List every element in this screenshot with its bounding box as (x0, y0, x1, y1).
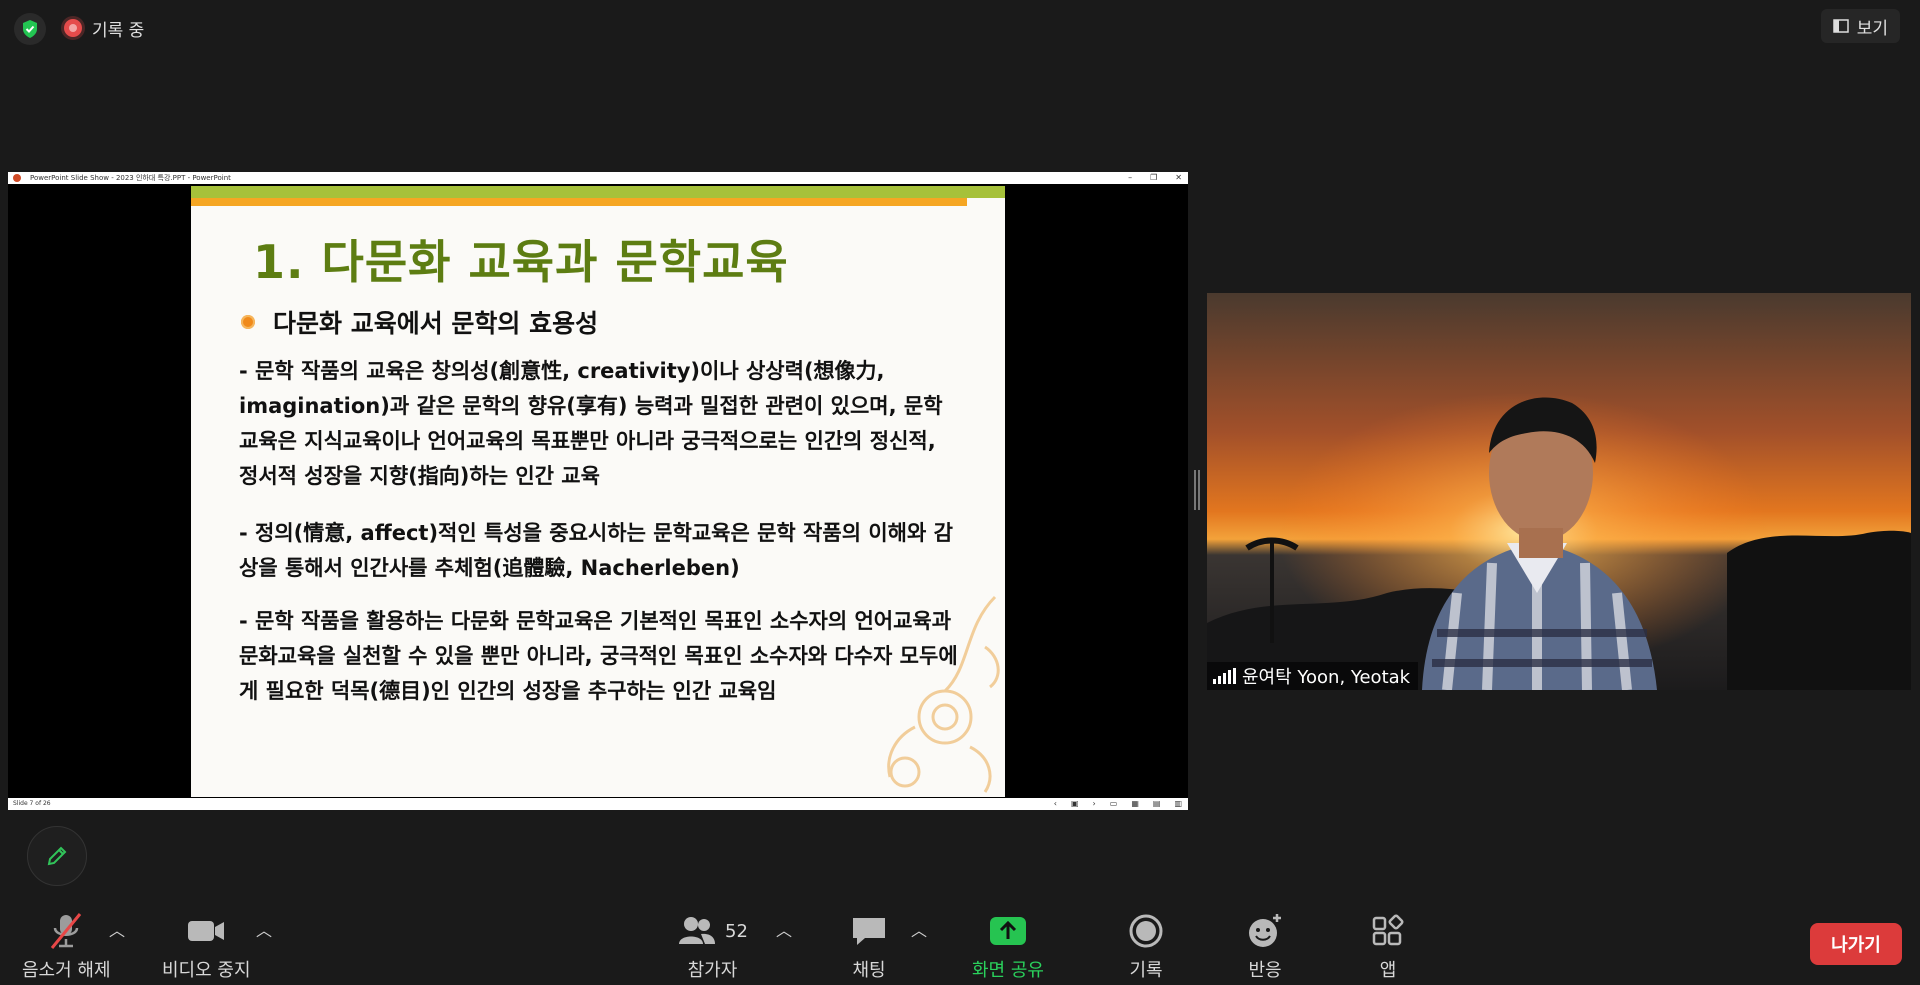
participants-count: 52 (725, 920, 748, 942)
ppt-title-bar: PowerPoint Slide Show - 2023 인하대 특강.PPT … (8, 172, 1188, 184)
apps-label: 앱 (1379, 960, 1397, 981)
recording-label: 기록 중 (92, 20, 145, 41)
share-screen-label: 화면 공유 (972, 960, 1044, 981)
chat-button[interactable]: 채팅 (849, 912, 889, 982)
next-slide-icon: › (1092, 799, 1096, 808)
video-options-chevron-up-icon[interactable]: ︿ (256, 917, 272, 941)
stop-video-label: 비디오 중지 (162, 960, 251, 981)
participant-name: 윤여탁 Yoon, Yeotak (1242, 667, 1411, 688)
slideshow-view-icon: ▥ (1174, 799, 1182, 808)
record-button[interactable]: 기록 (1126, 912, 1166, 982)
mic-muted-icon (51, 913, 82, 949)
slide-paragraph-3: - 문학 작품을 활용하는 다문화 문학교육은 기본적인 목표인 소수자의 언어… (239, 609, 958, 703)
slide-title: 1. 다문화 교육과 문학교육 (253, 235, 789, 289)
reading-view-icon: ▤ (1152, 799, 1161, 808)
view-button[interactable]: 보기 (1820, 9, 1900, 43)
reactions-label: 반응 (1248, 960, 1282, 981)
video-camera-icon (188, 921, 225, 941)
unmute-button[interactable]: 음소거 해제 (22, 912, 111, 982)
video-frame (1207, 293, 1911, 690)
reaction-smiley-icon (1249, 914, 1281, 947)
security-shield-icon[interactable] (14, 13, 46, 45)
sorter-view-icon: ▦ (1131, 799, 1139, 808)
slide-subtitle: 다문화 교육에서 문학의 효용성 (241, 304, 598, 340)
chat-chevron-up-icon[interactable]: ︿ (911, 917, 927, 941)
slide-counter: Slide 7 of 26 (13, 800, 51, 807)
stop-video-button[interactable]: 비디오 중지 (162, 912, 251, 982)
participant-name-tag: 윤여탁 Yoon, Yeotak (1207, 662, 1419, 690)
slide-subtitle-text: 다문화 교육에서 문학의 효용성 (273, 309, 599, 338)
slide-green-bar (191, 186, 1005, 198)
participants-button[interactable]: 52 참가자 (677, 912, 748, 982)
ppt-status-controls: ‹ ▣ › ▭ ▦ ▤ ▥ (1054, 798, 1182, 810)
ppt-status-bar: Slide 7 of 26 ‹ ▣ › ▭ ▦ ▤ ▥ (8, 798, 1188, 810)
normal-view-icon: ▭ (1109, 799, 1118, 808)
recording-dot-icon (64, 19, 82, 37)
slide-orange-bar (191, 198, 967, 206)
apps-button[interactable]: 앱 (1368, 912, 1408, 982)
signal-icon (1213, 668, 1236, 684)
audio-options-chevron-up-icon[interactable]: ︿ (109, 917, 125, 941)
prev-slide-icon: ‹ (1053, 799, 1057, 808)
chat-icon (853, 918, 885, 945)
powerpoint-icon (13, 174, 21, 182)
participants-chevron-up-icon[interactable]: ︿ (776, 917, 792, 941)
slide-paragraph-2: - 정의(情意, affect)적인 특성을 중요시하는 문학교육은 문학 작품… (239, 521, 953, 580)
splitter-handle[interactable] (1194, 470, 1200, 510)
slide: 1. 다문화 교육과 문학교육 다문화 교육에서 문학의 효용성 - 문학 작품… (191, 186, 1005, 797)
bullet-icon (241, 315, 255, 329)
recording-indicator[interactable]: 기록 중 (64, 14, 144, 42)
leave-button[interactable]: 나가기 (1810, 923, 1902, 965)
unmute-label: 음소거 해제 (22, 960, 111, 981)
close-icon: ✕ (1175, 173, 1182, 182)
chat-label: 채팅 (852, 960, 886, 981)
record-label: 기록 (1129, 960, 1163, 981)
reactions-button[interactable]: 반응 (1245, 912, 1285, 982)
annotate-button[interactable] (27, 826, 87, 886)
shared-screen: PowerPoint Slide Show - 2023 인하대 특강.PPT … (8, 172, 1188, 810)
slide-sorter-icon: ▣ (1070, 799, 1079, 808)
pencil-icon (47, 846, 67, 866)
record-icon (1129, 914, 1163, 948)
slide-paragraph-1: - 문학 작품의 교육은 창의성(創意性, creativity)이나 상상력(… (239, 359, 943, 488)
view-icon (1832, 19, 1849, 33)
participant-video[interactable]: 윤여탁 Yoon, Yeotak (1207, 293, 1911, 690)
window-controls: – ❐ ✕ (1128, 172, 1182, 184)
ppt-window-title: PowerPoint Slide Show - 2023 인하대 특강.PPT … (30, 174, 231, 182)
flower-decoration-icon (887, 595, 1000, 793)
view-label: 보기 (1856, 18, 1888, 39)
participants-icon (679, 917, 715, 944)
share-screen-button[interactable]: 화면 공유 (972, 912, 1044, 982)
apps-icon (1372, 914, 1404, 946)
participants-label: 참가자 (687, 960, 738, 981)
restore-icon: ❐ (1150, 173, 1158, 182)
minimize-icon: – (1128, 173, 1133, 182)
share-screen-icon (989, 917, 1026, 945)
